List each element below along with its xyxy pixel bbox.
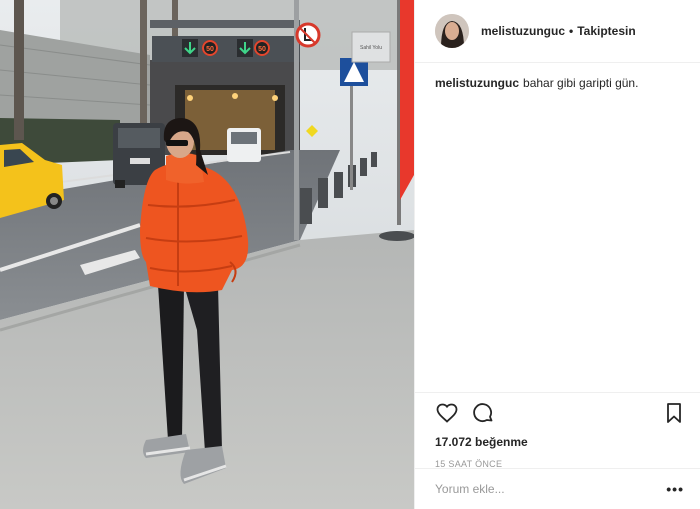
header-separator: • [569,24,574,38]
avatar[interactable] [435,14,469,48]
like-count[interactable]: 17.072 beğenme [435,435,680,449]
heart-icon[interactable] [435,401,459,425]
post-sidebar: melistuzunguc • Takiptesin melistuzunguc… [414,0,700,509]
comment-input[interactable] [435,482,667,496]
avatar-image [435,14,469,48]
follow-status-button[interactable]: Takiptesin [577,24,635,38]
instagram-post: 50 50 Sahil Yolu melistuzunguc • Takipte… [0,0,700,509]
caption-text: bahar gibi garipti gün. [523,76,639,90]
speed-limit-sign-text: 50 [258,46,266,53]
post-photo[interactable]: 50 50 Sahil Yolu [0,0,414,509]
more-options-button[interactable]: ••• [666,481,684,497]
street-scene-image: 50 50 Sahil Yolu [0,0,414,509]
post-caption: melistuzunguc bahar gibi garipti gün. [415,63,700,103]
roadside-board-text: Sahil Yolu [360,45,382,51]
comment-bar: ••• [415,468,700,509]
bookmark-icon[interactable] [662,401,686,425]
comment-icon[interactable] [471,401,495,425]
header-username-link[interactable]: melistuzunguc [481,24,565,38]
speed-limit-sign-text: 50 [206,46,214,53]
caption-username-link[interactable]: melistuzunguc [435,76,519,90]
action-icons-row [435,401,681,425]
post-actions: 17.072 beğenme 15 SAAT ÖNCE [415,392,700,469]
post-header: melistuzunguc • Takiptesin [415,0,700,63]
